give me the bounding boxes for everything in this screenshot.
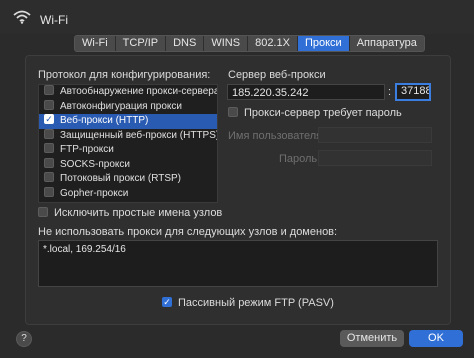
username-input[interactable] xyxy=(318,127,432,143)
requires-password-checkbox[interactable] xyxy=(228,107,238,118)
tab-8021x[interactable]: 802.1X xyxy=(248,36,298,51)
protocol-list-heading: Протокол для конфигурирования: xyxy=(38,69,211,81)
protocol-row-ftp[interactable]: FTP-прокси xyxy=(39,143,217,158)
exclude-simple-hostnames-row[interactable]: Исключить простые имена узлов xyxy=(38,207,222,219)
protocol-label: Автоконфигурация прокси xyxy=(60,100,182,112)
protocol-checkbox-auto-discovery[interactable] xyxy=(44,85,54,96)
protocol-checkbox-gopher[interactable] xyxy=(44,186,54,197)
protocol-label: Потоковый прокси (RTSP) xyxy=(60,173,182,184)
protocol-row-auto-discovery[interactable]: Автообнаружение прокси-сервера xyxy=(39,85,217,100)
ok-button[interactable]: OK xyxy=(409,330,463,347)
exclude-simple-hostnames-label: Исключить простые имена узлов xyxy=(54,207,223,219)
protocol-label: Защищенный веб-прокси (HTTPS) xyxy=(60,129,217,141)
proxy-server-heading: Сервер веб-прокси xyxy=(228,69,326,81)
protocol-checkbox-socks[interactable] xyxy=(44,157,54,168)
bypass-hosts-textarea[interactable]: *.local, 169.254/16 xyxy=(38,240,438,287)
protocol-checkbox-auto-config[interactable] xyxy=(44,99,54,110)
protocol-row-rtsp[interactable]: Потоковый прокси (RTSP) xyxy=(39,172,217,187)
host-port-separator: : xyxy=(388,86,392,98)
password-input[interactable] xyxy=(318,150,432,166)
tab-bar: Wi-Fi TCP/IP DNS WINS 802.1X Прокси Аппа… xyxy=(74,35,425,52)
protocol-label: FTP-прокси xyxy=(60,144,114,155)
requires-password-label: Прокси-сервер требует пароль xyxy=(244,107,402,119)
tab-wins[interactable]: WINS xyxy=(204,36,249,51)
tab-wifi[interactable]: Wi-Fi xyxy=(75,36,116,51)
window-title: Wi-Fi xyxy=(40,13,68,27)
protocol-checkbox-https[interactable] xyxy=(44,128,54,139)
cancel-button[interactable]: Отменить xyxy=(340,330,404,347)
username-label: Имя пользователя: xyxy=(228,130,326,142)
protocol-row-gopher[interactable]: Gopher-прокси xyxy=(39,186,217,202)
password-label: Пароль: xyxy=(279,153,321,165)
tab-hardware[interactable]: Аппаратура xyxy=(350,36,424,51)
passive-ftp-checkbox[interactable]: ✓ xyxy=(162,297,172,308)
proxy-host-input[interactable]: 185.220.35.242 xyxy=(227,84,385,100)
passive-ftp-label: Пассивный режим FTP (PASV) xyxy=(178,297,334,309)
protocol-checkbox-ftp[interactable] xyxy=(44,143,54,154)
network-preferences-window: Wi-Fi Wi-Fi TCP/IP DNS WINS 802.1X Прокс… xyxy=(0,0,474,358)
bypass-heading: Не использовать прокси для следующих узл… xyxy=(38,226,338,238)
protocol-label: Веб-прокси (HTTP) xyxy=(60,115,149,126)
protocol-checkbox-rtsp[interactable] xyxy=(44,172,54,183)
protocol-label: SOCKS-прокси xyxy=(60,158,130,170)
tab-tcpip[interactable]: TCP/IP xyxy=(116,36,167,51)
protocol-row-auto-config[interactable]: Автоконфигурация прокси xyxy=(39,99,217,115)
requires-password-row[interactable]: Прокси-сервер требует пароль xyxy=(228,107,402,119)
protocol-label: Автообнаружение прокси-сервера xyxy=(60,86,217,97)
tab-proxies[interactable]: Прокси xyxy=(297,36,350,51)
window-header: Wi-Fi xyxy=(0,0,474,34)
protocol-checkbox-http[interactable]: ✓ xyxy=(44,114,54,125)
proxy-port-input[interactable]: 37188 xyxy=(395,83,431,101)
exclude-simple-hostnames-checkbox[interactable] xyxy=(38,207,48,218)
protocol-row-http[interactable]: ✓ Веб-прокси (HTTP) xyxy=(39,114,217,129)
protocol-row-https[interactable]: Защищенный веб-прокси (HTTPS) xyxy=(39,128,217,144)
protocol-label: Gopher-прокси xyxy=(60,187,129,199)
tab-dns[interactable]: DNS xyxy=(166,36,205,51)
protocol-row-socks[interactable]: SOCKS-прокси xyxy=(39,157,217,173)
wifi-icon xyxy=(13,10,31,24)
help-button[interactable]: ? xyxy=(16,331,32,347)
passive-ftp-row[interactable]: ✓ Пассивный режим FTP (PASV) xyxy=(162,297,334,309)
protocol-list[interactable]: Автообнаружение прокси-сервера Автоконфи… xyxy=(38,84,218,203)
